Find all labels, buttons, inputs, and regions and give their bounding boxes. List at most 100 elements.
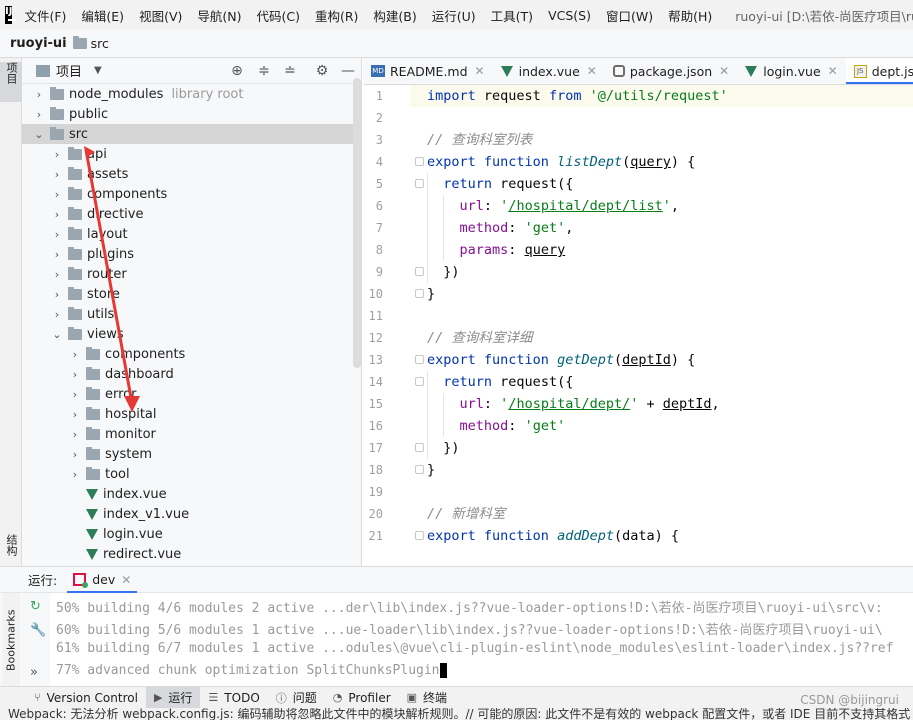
menu-view[interactable]: 视图(V) xyxy=(139,6,182,25)
chevron-right-icon[interactable]: › xyxy=(68,348,82,361)
tree-folder-row[interactable]: › assets xyxy=(22,164,361,184)
chevron-right-icon[interactable]: › xyxy=(50,308,64,321)
fold-marker-icon[interactable] xyxy=(415,377,424,386)
tree-folder-row[interactable]: › monitor xyxy=(22,424,361,444)
tree-folder-row[interactable]: › layout xyxy=(22,224,361,244)
chevron-right-icon[interactable]: › xyxy=(50,288,64,301)
tree-folder-row[interactable]: › tool xyxy=(22,464,361,484)
tree-folder-row[interactable]: › components xyxy=(22,344,361,364)
project-panel-title[interactable]: 项目 xyxy=(56,61,82,80)
close-icon[interactable]: ✕ xyxy=(828,64,838,78)
tree-scrollbar[interactable] xyxy=(353,78,361,368)
wrench-icon[interactable]: 🔧 xyxy=(30,623,46,638)
fold-marker-icon[interactable] xyxy=(415,267,424,276)
status-message[interactable]: Webpack: 无法分析 webpack.config.js: 编码辅助将忽略… xyxy=(8,708,910,720)
locate-icon[interactable]: ⊕ xyxy=(229,63,245,79)
tree-file-row[interactable]: redirect.vue xyxy=(22,544,361,564)
tree-file-row[interactable]: login.vue xyxy=(22,524,361,544)
chevron-down-icon[interactable]: ▼ xyxy=(94,65,102,76)
collapse-all-icon[interactable]: ≐ xyxy=(282,63,298,79)
menu-vcs[interactable]: VCS(S) xyxy=(548,8,591,23)
rerun-icon[interactable]: ↻ xyxy=(30,599,41,614)
tool-window-button[interactable]: ⑂ Version Control xyxy=(26,687,146,709)
tree-folder-row[interactable]: › hospital xyxy=(22,404,361,424)
chevron-right-icon[interactable]: › xyxy=(50,188,64,201)
chevron-right-icon[interactable]: › xyxy=(68,468,82,481)
intellij-logo-icon[interactable]: IJ xyxy=(5,6,17,24)
editor-tab[interactable]: JSdept.js✕ xyxy=(845,58,913,84)
chevron-right-icon[interactable]: › xyxy=(50,268,64,281)
tree-folder-row[interactable]: ⌄ views xyxy=(22,324,361,344)
menu-window[interactable]: 窗口(W) xyxy=(606,6,653,25)
editor-tab[interactable]: login.vue ✕ xyxy=(737,58,846,84)
tree-folder-row[interactable]: › plugins xyxy=(22,244,361,264)
bookmarks-tool-tab[interactable]: Bookmarks xyxy=(2,593,20,687)
tree-folder-row[interactable]: › node_modules library root xyxy=(22,84,361,104)
close-icon[interactable]: ✕ xyxy=(587,64,597,78)
close-icon[interactable]: ✕ xyxy=(121,573,131,587)
fold-marker-icon[interactable] xyxy=(415,289,424,298)
chevron-right-icon[interactable]: › xyxy=(68,368,82,381)
menu-tools[interactable]: 工具(T) xyxy=(491,6,533,25)
run-tab-dev[interactable]: dev ✕ xyxy=(67,567,138,593)
chevron-right-icon[interactable]: › xyxy=(50,168,64,181)
breadcrumb-project[interactable]: ruoyi-ui xyxy=(10,36,67,51)
fold-marker-icon[interactable] xyxy=(415,443,424,452)
gear-icon[interactable]: ⚙ xyxy=(314,63,330,79)
fold-marker-icon[interactable] xyxy=(415,179,424,188)
more-icon[interactable]: » xyxy=(30,665,38,680)
menu-build[interactable]: 构建(B) xyxy=(373,6,416,25)
close-icon[interactable]: ✕ xyxy=(719,64,729,78)
chevron-right-icon[interactable]: › xyxy=(50,228,64,241)
tree-folder-row[interactable]: › public xyxy=(22,104,361,124)
tool-window-button[interactable]: ☰ TODO xyxy=(200,687,267,709)
menu-run[interactable]: 运行(U) xyxy=(432,6,476,25)
close-icon[interactable]: ✕ xyxy=(475,64,485,78)
tree-folder-row[interactable]: › components xyxy=(22,184,361,204)
chevron-right-icon[interactable]: › xyxy=(68,448,82,461)
tree-folder-row[interactable]: › error xyxy=(22,384,361,404)
fold-marker-icon[interactable] xyxy=(415,355,424,364)
editor-tab[interactable]: package.json ✕ xyxy=(605,58,737,84)
breadcrumb-src[interactable]: src xyxy=(91,36,109,51)
menu-code[interactable]: 代码(C) xyxy=(256,6,299,25)
chevron-right-icon[interactable]: › xyxy=(32,108,46,121)
tree-file-row[interactable]: index_v1.vue xyxy=(22,504,361,524)
menu-help[interactable]: 帮助(H) xyxy=(668,6,712,25)
tree-folder-row[interactable]: › dashboard xyxy=(22,364,361,384)
menu-file[interactable]: 文件(F) xyxy=(24,6,66,25)
code-editor[interactable]: import request from '@/utils/request' // … xyxy=(410,85,913,566)
chevron-right-icon[interactable]: › xyxy=(68,428,82,441)
tree-folder-row[interactable]: › utils xyxy=(22,304,361,324)
chevron-right-icon[interactable]: › xyxy=(50,148,64,161)
tree-folder-row[interactable]: › directive xyxy=(22,204,361,224)
chevron-right-icon[interactable]: › xyxy=(50,208,64,221)
tool-window-button[interactable]: ⓘ 问题 xyxy=(268,687,325,709)
menu-edit[interactable]: 编辑(E) xyxy=(81,6,124,25)
fold-marker-icon[interactable] xyxy=(415,465,424,474)
fold-marker-icon[interactable] xyxy=(415,531,424,540)
editor-tab[interactable]: index.vue ✕ xyxy=(493,58,605,84)
tree-file-row[interactable]: index.vue xyxy=(22,484,361,504)
chevron-right-icon[interactable]: › xyxy=(68,388,82,401)
minimize-icon[interactable]: — xyxy=(340,63,356,79)
chevron-right-icon[interactable]: › xyxy=(50,248,64,261)
menu-refactor[interactable]: 重构(R) xyxy=(315,6,358,25)
tree-folder-row[interactable]: › router xyxy=(22,264,361,284)
chevron-down-icon[interactable]: ⌄ xyxy=(50,328,64,341)
expand-all-icon[interactable]: ≑ xyxy=(256,63,272,79)
fold-marker-icon[interactable] xyxy=(415,157,424,166)
tool-window-button[interactable]: ▶ 运行 xyxy=(145,686,201,709)
menu-navigate[interactable]: 导航(N) xyxy=(197,6,241,25)
tool-window-button[interactable]: ▣ 终端 xyxy=(399,687,455,709)
tree-folder-row[interactable]: › store xyxy=(22,284,361,304)
chevron-right-icon[interactable]: › xyxy=(32,88,46,101)
tree-folder-row[interactable]: › system xyxy=(22,444,361,464)
structure-tool-tab[interactable]: 结构 xyxy=(0,534,22,564)
chevron-right-icon[interactable]: › xyxy=(68,408,82,421)
tool-window-button[interactable]: ◔ Profiler xyxy=(325,687,399,709)
tree-folder-row[interactable]: › api xyxy=(22,144,361,164)
editor-tab[interactable]: MD README.md ✕ xyxy=(363,58,493,84)
chevron-down-icon[interactable]: ⌄ xyxy=(32,128,46,141)
tree-folder-row[interactable]: ⌄ src xyxy=(22,124,361,144)
